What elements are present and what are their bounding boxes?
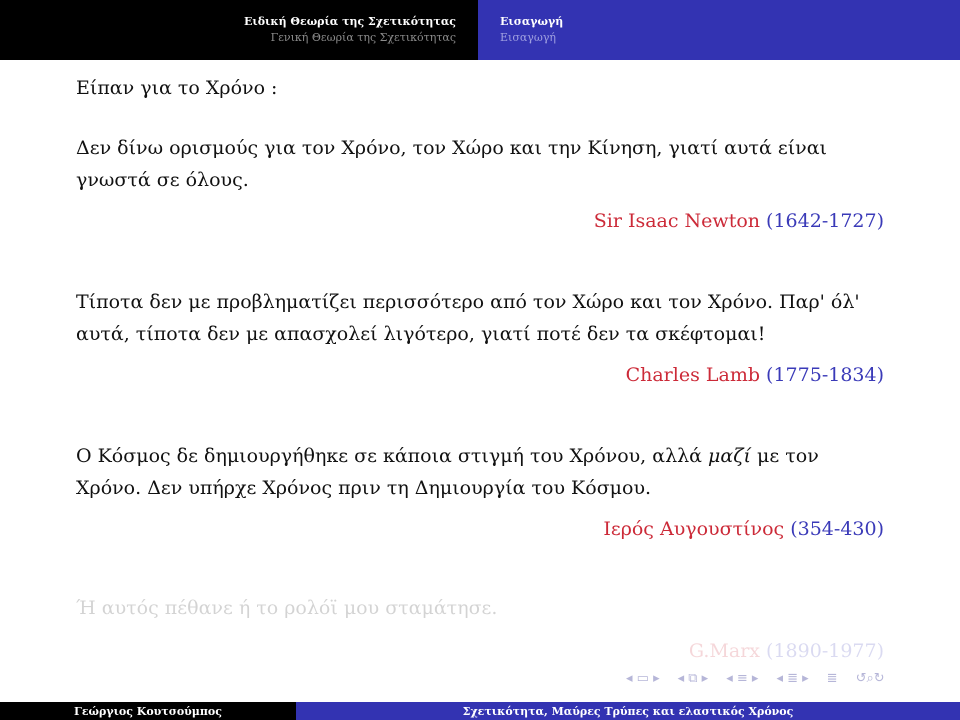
quote-years: (1775-1834) [766, 364, 884, 386]
quote-author: Sir Isaac Newton [593, 210, 760, 232]
nav-subsection-icon[interactable]: ◂ ⧉ ▸ [678, 671, 709, 686]
nav-document-icon[interactable]: ◂ ≣ ▸ [776, 671, 808, 686]
quote-attribution: Sir Isaac Newton (1642-1727) [594, 210, 884, 232]
navigation-symbols: ◂ ▭ ▸ ◂ ⧉ ▸ ◂ ≡ ▸ ◂ ≣ ▸ ≣ ↺⌕↻ [626, 668, 885, 688]
quote-attribution: Ιερός Αυγουστίνος (354-430) [603, 518, 884, 540]
subsection-link-active[interactable]: Εισαγωγή [500, 14, 563, 30]
quote-text: Ο Κόσμος δε δημιουργήθηκε σε κάποια στιγ… [76, 440, 884, 504]
nav-frame-icon[interactable]: ◂ ▭ ▸ [626, 671, 660, 686]
quote-years: (354-430) [790, 518, 884, 540]
quote-attribution-faded: G.Marx (1890-1977) [689, 640, 884, 662]
quote-text-part: Ο Κόσμος δε δημιουργήθηκε σε κάποια στιγ… [76, 445, 709, 467]
footer-author: Γεώργιος Κουτσούμπος [0, 702, 296, 720]
footer-title: Σχετικότητα, Μαύρες Τρύπες και ελαστικός… [296, 702, 960, 720]
header-bar: Ειδική Θεωρία της Σχετικότητας Γενική Θε… [0, 0, 960, 60]
slide-heading: Είπαν για το Χρόνο : [76, 77, 278, 99]
section-link-general-relativity[interactable]: Γενική Θεωρία της Σχετικότητας [271, 30, 456, 46]
quote-attribution: Charles Lamb (1775-1834) [626, 364, 884, 386]
quote-author: G.Marx [688, 640, 760, 662]
nav-search-icon[interactable]: ↺⌕↻ [856, 671, 885, 686]
quote-emphasis: μαζί [708, 445, 751, 467]
quote-years: (1642-1727) [766, 210, 884, 232]
quote-years: (1890-1977) [766, 640, 884, 662]
subsection-link-inactive[interactable]: Εισαγωγή [500, 30, 556, 46]
slide: Ειδική Θεωρία της Σχετικότητας Γενική Θε… [0, 0, 960, 720]
quote-author: Ιερός Αυγουστίνος [603, 518, 785, 540]
footer-bar: Γεώργιος Κουτσούμπος Σχετικότητα, Μαύρες… [0, 702, 960, 720]
nav-appendix-icon[interactable]: ≣ [827, 671, 838, 686]
quote-text: Δεν δίνω ορισμούς για τον Χρόνο, τον Χώρ… [76, 137, 828, 191]
quote-text-faded: Ή αυτός πέθανε ή το ρολόϊ μου σταμάτησε. [76, 597, 498, 619]
header-sections: Ειδική Θεωρία της Σχετικότητας Γενική Θε… [0, 0, 478, 60]
quote-author: Charles Lamb [625, 364, 760, 386]
quote-text: Τίποτα δεν με προβληματίζει περισσότερο … [76, 291, 860, 345]
nav-section-icon[interactable]: ◂ ≡ ▸ [726, 671, 758, 686]
section-link-special-relativity[interactable]: Ειδική Θεωρία της Σχετικότητας [244, 14, 456, 30]
header-subsections: Εισαγωγή Εισαγωγή [478, 0, 960, 60]
